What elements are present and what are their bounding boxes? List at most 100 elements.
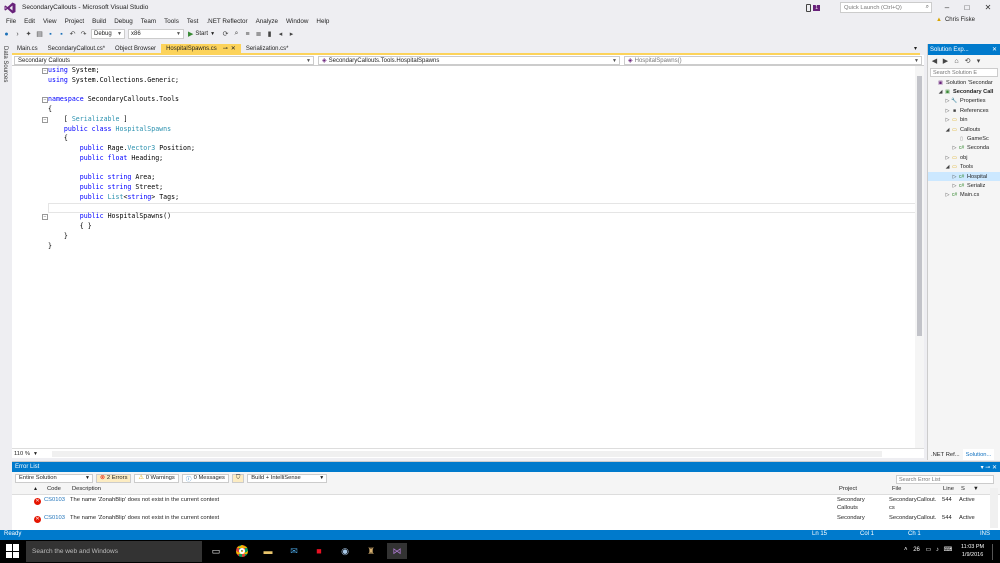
redo-icon[interactable]: ↷ xyxy=(79,30,88,39)
minimize-button[interactable]: – xyxy=(936,0,958,14)
error-row[interactable]: ✕ CS0103 The name 'ZonahBlip' does not e… xyxy=(12,513,1000,531)
home-icon[interactable]: ⌂ xyxy=(952,57,961,66)
settings-icon[interactable]: ▾ xyxy=(974,57,983,66)
tree-item[interactable]: ▷ 🔧 Properties xyxy=(928,97,1000,106)
back-icon[interactable]: ◀ xyxy=(930,57,939,66)
expand-arrow-icon[interactable]: ▷ xyxy=(944,155,951,161)
prev-bookmark-icon[interactable]: ◂ xyxy=(276,30,285,39)
solution-search-input[interactable]: Search Solution E xyxy=(930,68,998,77)
collapse-arrow-icon[interactable]: ◢ xyxy=(944,164,951,170)
task-view-icon[interactable]: ▭ xyxy=(208,543,224,559)
window-controls[interactable]: ▾ ⊸ ✕ xyxy=(981,464,997,471)
scope-select[interactable]: Entire Solution ▼ xyxy=(15,473,93,483)
expand-arrow-icon[interactable]: ▷ xyxy=(944,108,951,114)
member-dropdown[interactable]: ◈ HospitalSpawns() ▼ xyxy=(624,56,922,65)
editor-vertical-scrollbar[interactable] xyxy=(915,66,924,448)
menu-test[interactable]: Test xyxy=(187,18,199,25)
filter-toggle-button[interactable]: ⛉ xyxy=(231,473,245,483)
back-icon[interactable]: ● xyxy=(2,30,11,39)
column-line[interactable]: Line xyxy=(943,486,954,492)
menu-build[interactable]: Build xyxy=(92,18,106,25)
menu-analyze[interactable]: Analyze xyxy=(256,18,278,25)
tree-item[interactable]: ▷ c# Main.cs xyxy=(928,191,1000,200)
column-file[interactable]: File xyxy=(892,486,901,492)
column-project[interactable]: Project xyxy=(839,486,857,492)
tab-hospital-spawns-cs[interactable]: HospitalSpawns.cs ⊸ ✕ xyxy=(161,43,241,54)
quick-launch-input[interactable]: Quick Launch (Ctrl+Q) ⌕ xyxy=(840,2,932,13)
editor-horizontal-scrollbar[interactable] xyxy=(52,451,882,457)
new-project-icon[interactable]: ✦ xyxy=(24,30,33,39)
type-dropdown[interactable]: ◈ SecondaryCallouts.Tools.HospitalSpawns ▼ xyxy=(318,56,620,65)
tab-solution-explorer[interactable]: Solution... xyxy=(962,449,995,460)
forward-icon[interactable]: ▶ xyxy=(941,57,950,66)
show-desktop-button[interactable] xyxy=(992,544,999,560)
collapse-arrow-icon[interactable]: ◢ xyxy=(937,89,944,95)
volume-icon[interactable]: ♪ xyxy=(936,547,939,553)
build-filter-select[interactable]: Build + IntelliSense ▼ xyxy=(247,473,328,483)
show-hidden-icons-icon[interactable]: ˄ xyxy=(904,547,908,553)
column-suppression[interactable]: S xyxy=(961,486,965,492)
open-icon[interactable]: ▤ xyxy=(35,30,44,39)
bookmark-icon[interactable]: ▮ xyxy=(265,30,274,39)
menu-window[interactable]: Window xyxy=(286,18,308,25)
steam-icon[interactable]: ◉ xyxy=(337,543,353,559)
menu-help[interactable]: Help xyxy=(316,18,329,25)
tab-main-cs[interactable]: Main.cs xyxy=(12,44,43,54)
comment-icon[interactable]: ≡ xyxy=(243,30,252,39)
visual-studio-taskbar-icon[interactable]: ⋈ xyxy=(387,543,407,559)
expand-arrow-icon[interactable]: ▷ xyxy=(944,117,951,123)
scrollbar-thumb[interactable] xyxy=(917,76,922,336)
data-sources-tab[interactable]: Data Sources xyxy=(2,46,8,82)
expand-arrow-icon[interactable]: ▷ xyxy=(951,145,958,151)
tree-item[interactable]: ▷ ▭ bin xyxy=(928,116,1000,125)
undo-icon[interactable]: ↶ xyxy=(68,30,77,39)
menu-project[interactable]: Project xyxy=(65,18,85,25)
menu-edit[interactable]: Edit xyxy=(24,18,35,25)
close-button[interactable]: ✕ xyxy=(977,0,999,14)
sort-icon[interactable]: ▴ xyxy=(34,486,37,492)
messages-filter-button[interactable]: ⓘ 0 Messages xyxy=(181,473,229,483)
menu-debug[interactable]: Debug xyxy=(114,18,133,25)
column-code[interactable]: Code xyxy=(47,486,61,492)
tree-item[interactable]: ▷ c# Serializ xyxy=(928,181,1000,190)
next-bookmark-icon[interactable]: ▸ xyxy=(287,30,296,39)
code-editor[interactable]: − − − − using System; using System.Collec… xyxy=(12,66,924,448)
chrome-icon[interactable] xyxy=(234,543,250,559)
save-icon[interactable]: ▪ xyxy=(46,30,55,39)
uncomment-icon[interactable]: ≣ xyxy=(254,30,263,39)
tree-item[interactable]: ◢ ▭ Callouts xyxy=(928,125,1000,134)
error-row[interactable]: ✕ CS0103 The name 'ZonahBlip' does not e… xyxy=(12,495,1000,513)
project-dropdown[interactable]: Secondary Callouts ▼ xyxy=(14,56,314,65)
tree-item[interactable]: ▷ c# Seconda xyxy=(928,144,1000,153)
browser-link-icon[interactable]: ⟳ xyxy=(221,30,230,39)
taskbar-search-input[interactable]: Search the web and Windows xyxy=(26,541,202,562)
maximize-button[interactable]: □ xyxy=(956,0,978,14)
zoom-select[interactable]: 110 % ▼ xyxy=(14,450,44,458)
expand-arrow-icon[interactable]: ▷ xyxy=(944,192,951,198)
menu-net-reflector[interactable]: .NET Reflector xyxy=(206,18,247,25)
user-account[interactable]: ▲ Chris Fiske xyxy=(936,17,975,23)
collapse-arrow-icon[interactable]: ◢ xyxy=(944,127,951,133)
error-code[interactable]: CS0103 xyxy=(44,515,65,521)
menu-view[interactable]: View xyxy=(43,18,57,25)
windows-start-icon[interactable] xyxy=(6,544,20,558)
tab-overflow-icon[interactable]: ▾ xyxy=(914,45,917,52)
expand-arrow-icon[interactable]: ▷ xyxy=(944,98,951,104)
menu-file[interactable]: File xyxy=(6,18,16,25)
tree-item[interactable]: ◢ ▣ Secondary Call xyxy=(928,87,1000,96)
tree-item[interactable]: ▣ Solution 'Secondar xyxy=(928,78,1000,87)
tree-item[interactable]: ▷ c# Hospital xyxy=(928,171,1000,182)
expand-arrow-icon[interactable]: ▷ xyxy=(951,183,958,189)
tree-item[interactable]: ▷ ▭ obj xyxy=(928,153,1000,162)
file-explorer-icon[interactable]: ▬ xyxy=(260,543,276,559)
sync-icon[interactable]: ⟲ xyxy=(963,57,972,66)
taskbar-clock[interactable]: 11:03 PM 1/9/2016 xyxy=(961,543,984,559)
error-code[interactable]: CS0103 xyxy=(44,497,65,503)
tab-serialization-cs[interactable]: Serialization.cs* xyxy=(241,44,294,54)
mail-icon[interactable]: ✉ xyxy=(286,543,302,559)
tab-object-browser[interactable]: Object Browser xyxy=(110,44,161,54)
find-icon[interactable]: ⌕ xyxy=(232,30,241,39)
tab-secondary-callout-cs[interactable]: SecondaryCallout.cs* xyxy=(43,44,110,54)
menu-team[interactable]: Team xyxy=(141,18,156,25)
store-icon[interactable]: ■ xyxy=(311,543,327,559)
